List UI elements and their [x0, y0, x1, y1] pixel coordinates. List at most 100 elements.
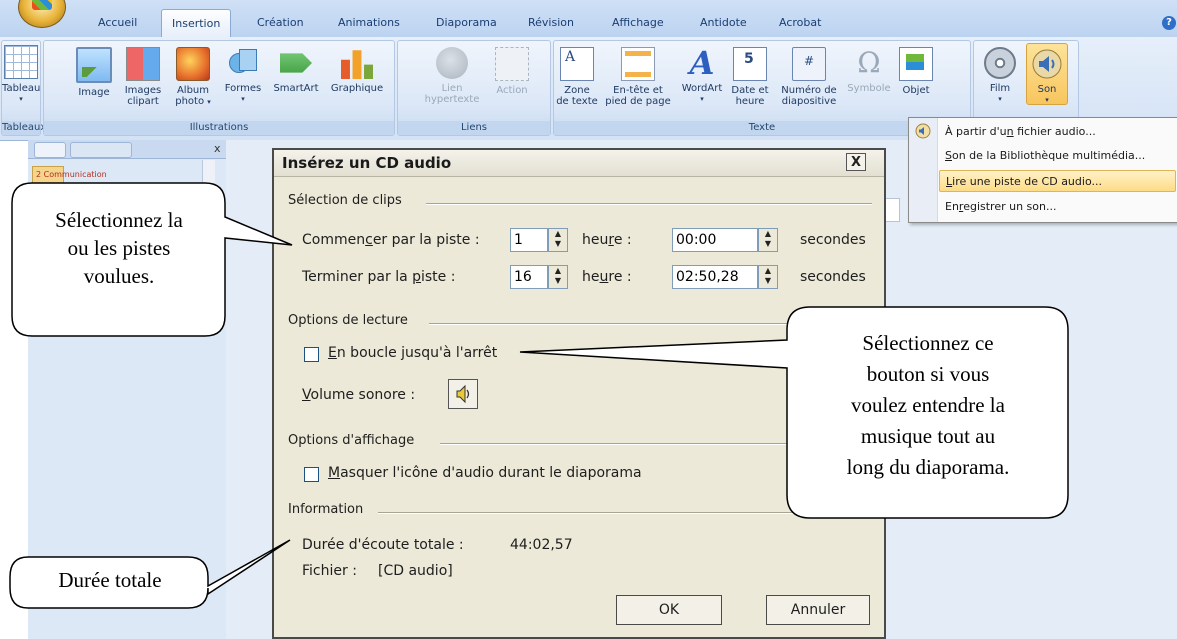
total-duration-label: Durée d'écoute totale :	[302, 537, 464, 553]
hide-icon-label: Masquer l'icône d'audio durant le diapor…	[328, 465, 642, 481]
tab-revision[interactable]: Révision	[528, 16, 574, 29]
film-reel-icon	[984, 47, 1016, 79]
section-selection-clips: Sélection de clips	[288, 193, 402, 208]
images-clipart-button[interactable]: Images clipart	[120, 47, 166, 107]
group-tableaux: Tableau ▾ Tableaux	[1, 40, 47, 136]
dialog-title: Insérez un CD audio	[282, 154, 452, 172]
hide-icon-checkbox[interactable]	[304, 467, 319, 482]
tab-antidote[interactable]: Antidote	[700, 16, 747, 29]
loop-checkbox[interactable]	[304, 347, 319, 362]
wordart-button[interactable]: A WordArt ▾	[678, 47, 726, 105]
cancel-button[interactable]: Annuler	[766, 595, 870, 625]
lien-hypertexte-button[interactable]: Lien hypertexte	[424, 47, 480, 105]
date-et-heure-button[interactable]: Date et heure	[726, 47, 774, 107]
hyperlink-globe-icon	[436, 47, 468, 79]
callout-loop-text: Sélectionnez ce bouton si vous voulez en…	[846, 331, 1010, 479]
dropdown-arrow-icon: ▾	[241, 95, 245, 103]
group-label: Tableaux	[2, 121, 47, 135]
volume-button[interactable]	[448, 379, 478, 409]
group-label: Liens	[398, 121, 550, 135]
close-button[interactable]: X	[846, 153, 866, 171]
action-icon	[495, 47, 529, 81]
tab-affichage[interactable]: Affichage	[612, 16, 664, 29]
action-button[interactable]: Action	[490, 47, 534, 96]
end-time-spinner[interactable]: ▲ ▼	[758, 265, 778, 289]
wordart-icon: A	[689, 44, 715, 82]
end-time-label: heure :	[582, 269, 632, 285]
tab-diaporama[interactable]: Diaporama	[436, 16, 497, 29]
start-time-spinner[interactable]: ▲ ▼	[758, 228, 778, 252]
end-track-input[interactable]: 16	[510, 265, 548, 289]
dropdown-arrow-icon: ▾	[1045, 96, 1049, 104]
text-box-icon	[560, 47, 594, 81]
ribbon-tab-bar: Accueil Insertion Création Animations Di…	[0, 0, 1177, 38]
dropdown-arrow-icon: ▾	[19, 95, 23, 103]
start-track-input[interactable]: 1	[510, 228, 548, 252]
divider	[429, 323, 872, 325]
group-liens: Lien hypertexte Action Liens	[397, 40, 551, 136]
start-time-label: heure :	[582, 232, 632, 248]
formes-button[interactable]: Formes ▾	[220, 47, 266, 105]
speaker-icon	[915, 123, 931, 143]
start-track-label: Commencer par la piste :	[302, 232, 480, 248]
menu-item-bibliotheque[interactable]: Son de la Bibliothèque multimédia...	[939, 145, 1176, 167]
end-track-spinner[interactable]: ▲ ▼	[548, 265, 568, 289]
image-icon	[76, 47, 112, 83]
album-photo-button[interactable]: Album photo ▾	[170, 47, 216, 108]
menu-item-fichier-audio[interactable]: À partir d'un fichier audio...	[939, 121, 1176, 143]
calendar-icon	[733, 47, 767, 81]
end-time-input[interactable]: 02:50,28	[672, 265, 758, 289]
section-options-affichage: Options d'affichage	[288, 433, 415, 448]
section-information: Information	[288, 502, 364, 517]
volume-label: Volume sonore :	[302, 387, 416, 403]
callout-duration-text: Durée totale	[58, 568, 162, 592]
group-illustrations: Image Images clipart Album photo ▾ Forme…	[43, 40, 395, 136]
son-dropdown-menu: À partir d'un fichier audio... Son de la…	[908, 117, 1177, 223]
chart-icon	[341, 50, 373, 79]
tab-animations[interactable]: Animations	[338, 16, 400, 29]
seconds-label: secondes	[800, 232, 866, 248]
end-track-label: Terminer par la piste :	[302, 269, 456, 285]
photo-album-icon	[176, 47, 210, 81]
object-icon	[899, 47, 933, 81]
total-duration-value: 44:02,57	[510, 537, 573, 553]
tab-outline[interactable]	[70, 142, 132, 158]
close-icon[interactable]: x	[214, 142, 221, 155]
symbole-button[interactable]: Ω Symbole	[846, 46, 892, 95]
start-track-spinner[interactable]: ▲ ▼	[548, 228, 568, 252]
slide-number-icon	[792, 47, 826, 81]
graphique-button[interactable]: Graphique	[326, 47, 388, 94]
seconds-label: secondes	[800, 269, 866, 285]
menu-item-piste-cd-audio[interactable]: Lire une piste de CD audio...	[939, 170, 1176, 192]
tab-accueil[interactable]: Accueil	[98, 16, 137, 29]
file-label: Fichier :	[302, 563, 357, 579]
office-logo-icon	[32, 0, 52, 10]
divider	[378, 512, 872, 514]
smartart-icon	[280, 53, 312, 73]
film-button[interactable]: Film ▾	[980, 47, 1020, 105]
start-time-input[interactable]: 00:00	[672, 228, 758, 252]
smartart-button[interactable]: SmartArt	[270, 47, 322, 94]
callout-tracks-text: Sélectionnez la ou les pistes voulues.	[55, 208, 183, 288]
omega-symbol-icon: Ω	[857, 46, 881, 79]
tab-acrobat[interactable]: Acrobat	[779, 16, 821, 29]
tab-insertion[interactable]: Insertion	[161, 9, 232, 37]
image-button[interactable]: Image	[74, 47, 114, 98]
numero-de-diapositive-button[interactable]: Numéro de diapositive	[776, 47, 842, 107]
divider	[426, 203, 872, 205]
menu-item-enregistrer-son[interactable]: Enregistrer un son...	[939, 196, 1176, 218]
tableau-button[interactable]: Tableau ▾	[2, 45, 40, 105]
office-button[interactable]	[18, 0, 66, 28]
table-icon	[4, 45, 38, 79]
slide-thumb-label: 2 Communication	[36, 170, 107, 179]
tab-slides[interactable]	[34, 142, 66, 158]
header-footer-icon	[621, 47, 655, 81]
son-button[interactable]: Son ▾	[1026, 43, 1068, 105]
dropdown-arrow-icon: ▾	[998, 95, 1002, 103]
help-icon[interactable]: ?	[1162, 16, 1176, 30]
en-tete-pied-de-page-button[interactable]: En-tête et pied de page	[602, 47, 674, 107]
objet-button[interactable]: Objet	[894, 47, 938, 96]
zone-de-texte-button[interactable]: Zone de texte	[554, 47, 600, 107]
tab-creation[interactable]: Création	[257, 16, 304, 29]
ok-button[interactable]: OK	[616, 595, 722, 625]
